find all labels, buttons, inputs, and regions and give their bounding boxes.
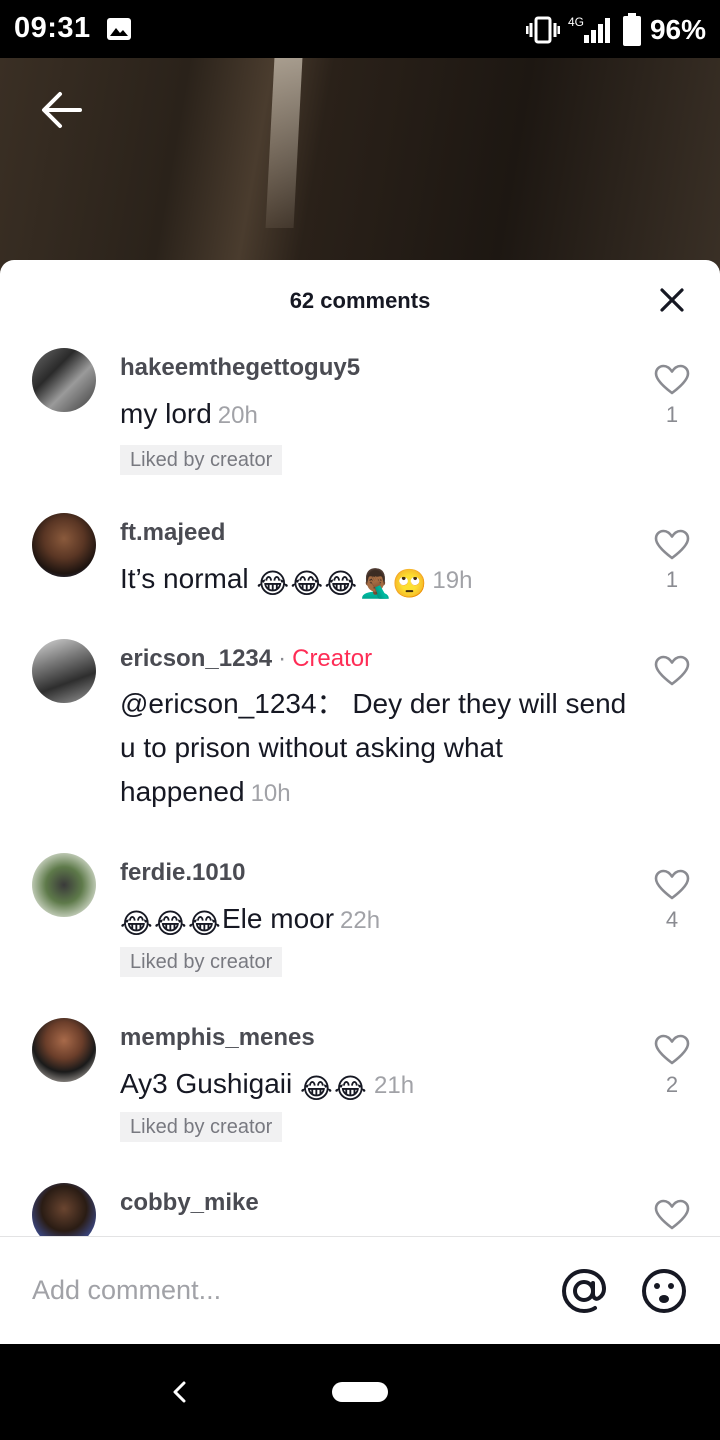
comment-text: my lord 20h [120, 392, 630, 438]
heart-icon[interactable] [654, 1199, 690, 1231]
battery-percent: 96% [649, 14, 706, 45]
heart-icon[interactable] [654, 869, 690, 901]
comment-username[interactable]: ericson_1234 · Creator [120, 645, 372, 673]
comments-sheet: 62 comments hakeemthegettoguy5 my lord 20… [0, 260, 720, 1344]
like-count: 4 [665, 907, 679, 932]
separator-dot: · [278, 645, 287, 672]
liked-by-creator-badge: Liked by creator [120, 445, 283, 475]
at-icon[interactable] [560, 1267, 608, 1315]
comment-text: It’s normal 😂😂😂🤦🏾‍♂️🙄 19h [120, 557, 630, 603]
comment-body: Ele moor [222, 903, 335, 934]
comment-username-text[interactable]: ericson_1234 [120, 645, 272, 672]
comment-time: 20h [217, 402, 258, 429]
comment-username[interactable]: memphis_menes [120, 1024, 315, 1052]
gallery-icon [107, 18, 131, 40]
like-count: 1 [665, 402, 679, 427]
creator-tag: Creator [292, 645, 373, 672]
emoji: 😂 [154, 908, 187, 939]
avatar[interactable] [32, 513, 96, 577]
emoji-icon[interactable] [640, 1267, 688, 1315]
vibrate-icon [525, 16, 560, 44]
video-frame-detail [265, 58, 303, 228]
system-nav-bar [0, 1344, 720, 1440]
emoji: 🙄 [392, 568, 428, 599]
comment-text: Ay3 Gushigaii 😂😂 21h [120, 1062, 630, 1108]
comments-count-title: 62 comments [289, 288, 431, 313]
comment-username[interactable]: hakeemthegettoguy5 [120, 354, 360, 382]
comment-username[interactable]: ft.majeed [120, 519, 225, 547]
add-comment-input[interactable]: Add comment... [32, 1275, 221, 1306]
video-background [0, 58, 720, 288]
avatar[interactable] [32, 639, 96, 703]
status-bar: 09:31 4G 96% [0, 0, 720, 58]
emoji: 😂 [290, 568, 324, 599]
emoji: 😂 [324, 568, 358, 599]
comment-input-bar: Add comment... [0, 1236, 720, 1344]
avatar[interactable] [32, 348, 96, 412]
close-icon[interactable] [658, 286, 686, 314]
emoji: 😂 [334, 1073, 367, 1104]
avatar[interactable] [32, 853, 96, 917]
comment-time: 19h [432, 567, 473, 594]
heart-icon[interactable] [654, 655, 690, 687]
status-time: 09:31 [14, 12, 91, 44]
signal-icon [583, 18, 610, 43]
emoji: 😂 [120, 908, 153, 939]
comment-body: It’s normal [120, 563, 249, 594]
comment-body: Ay3 Gushigaii [120, 1068, 293, 1099]
comments-list[interactable]: hakeemthegettoguy5 my lord 20h Liked by c… [0, 340, 720, 1236]
comment-username[interactable]: cobby_mike [120, 1189, 259, 1217]
nav-back-icon[interactable] [168, 1380, 192, 1404]
comment-time: 21h [374, 1072, 415, 1099]
comment-body: @ericson_1234： Dey der they will send u … [120, 688, 627, 807]
comment-body: my lord [120, 398, 212, 429]
liked-by-creator-badge: Liked by creator [120, 947, 283, 977]
back-arrow-icon[interactable] [40, 88, 84, 132]
emoji: 😂 [256, 568, 290, 599]
status-icons: 4G 96% [525, 10, 706, 50]
comment-username[interactable]: ferdie.1010 [120, 859, 245, 887]
heart-icon[interactable] [654, 1034, 690, 1066]
like-count: 1 [665, 567, 679, 592]
home-pill-icon[interactable] [332, 1382, 388, 1402]
battery-icon [622, 13, 641, 46]
heart-icon[interactable] [654, 529, 690, 561]
avatar[interactable] [32, 1018, 96, 1082]
comment-time: 22h [340, 907, 381, 934]
comment-time: 10h [250, 780, 291, 807]
emoji: 🤦🏾‍♂️ [358, 568, 394, 599]
emoji: 😂 [188, 908, 221, 939]
comment-text: @ericson_1234： Dey der they will send u … [120, 682, 630, 816]
comment-text: 😂😂😂Ele moor 22h [120, 897, 630, 943]
avatar[interactable] [32, 1183, 96, 1236]
network-indicator: 4G [568, 15, 614, 45]
like-count: 2 [665, 1072, 679, 1097]
liked-by-creator-badge: Liked by creator [120, 1112, 283, 1142]
heart-icon[interactable] [654, 364, 690, 396]
emoji: 😂 [300, 1073, 333, 1104]
